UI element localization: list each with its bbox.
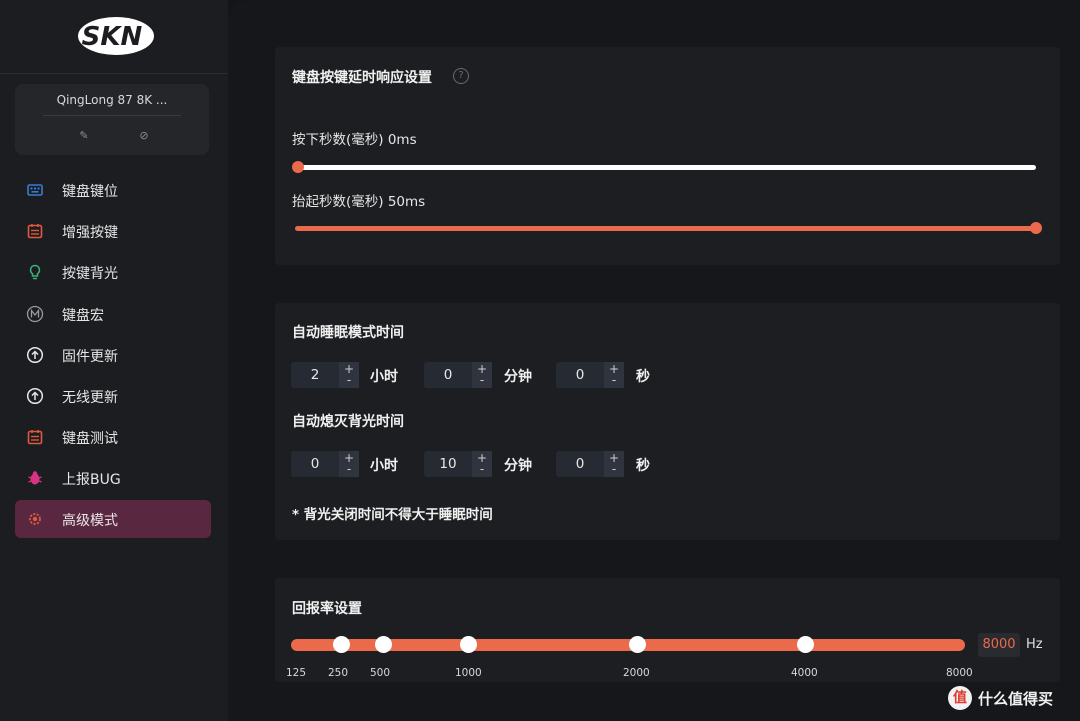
polling-rate-slider[interactable] — [291, 639, 965, 651]
rate-tick-label: 500 — [370, 667, 391, 679]
sidebar-item-enhanced-keys[interactable]: 增强按键 — [15, 212, 211, 250]
keyboard-test-icon — [27, 430, 43, 445]
rate-step-1000[interactable] — [460, 636, 477, 653]
stepper-value: 0 — [310, 456, 320, 472]
press-delay-thumb[interactable] — [292, 161, 304, 173]
rate-step-4000[interactable] — [797, 636, 814, 653]
sidebar-item-label: 无线更新 — [62, 390, 118, 406]
device-card[interactable]: QingLong 87 8K ... ✎ ⊘ — [15, 84, 209, 155]
help-icon[interactable]: ? — [453, 68, 469, 84]
sidebar-item-macro[interactable]: 键盘宏 — [15, 295, 211, 333]
sleep-minutes-stepper[interactable]: 0 + - — [424, 362, 492, 388]
decrement-button[interactable]: - — [472, 374, 492, 386]
decrement-button[interactable]: - — [339, 463, 359, 475]
sidebar-item-label: 键盘宏 — [62, 308, 104, 324]
logo-text: SKN — [82, 22, 143, 52]
rate-tick-label: 250 — [328, 667, 349, 679]
edit-pencil-icon[interactable]: ✎ — [77, 129, 91, 143]
divider — [0, 73, 228, 74]
watermark: 值 什么值得买 — [948, 685, 1053, 711]
enhance-key-icon — [27, 224, 43, 239]
backlight-seconds-stepper[interactable]: 0 + - — [556, 451, 624, 477]
sleep-seconds-stepper[interactable]: 0 + - — [556, 362, 624, 388]
sidebar-item-label: 按键背光 — [62, 266, 118, 282]
press-delay-slider[interactable] — [295, 165, 1036, 170]
advanced-gear-icon — [29, 513, 41, 525]
release-delay-slider[interactable] — [295, 226, 1036, 231]
sidebar-item-label: 增强按键 — [62, 225, 118, 241]
watermark-badge: 值 — [948, 686, 972, 710]
decrement-button[interactable]: - — [472, 463, 492, 475]
rate-step-250[interactable] — [333, 636, 350, 653]
backlight-note: * 背光关闭时间不得大于睡眠时间 — [292, 507, 493, 523]
decrement-button[interactable]: - — [604, 463, 624, 475]
stepper-buttons: + - — [604, 451, 624, 477]
panel-title: 键盘按键延时响应设置 — [292, 70, 432, 86]
stepper-value: 2 — [310, 367, 320, 383]
stepper-value: 0 — [575, 367, 585, 383]
stepper-value: 10 — [439, 456, 457, 472]
sidebar-item-keyboard-keys[interactable]: 键盘键位 — [15, 171, 211, 209]
watermark-text: 什么值得买 — [978, 689, 1054, 708]
release-delay-label: 抬起秒数(毫秒) 50ms — [292, 194, 426, 210]
sleep-title: 自动睡眠模式时间 — [292, 325, 404, 341]
stepper-buttons: + - — [472, 362, 492, 388]
sidebar-item-report-bug[interactable]: 上报BUG — [15, 459, 211, 497]
hour-unit: 小时 — [370, 369, 398, 385]
divider — [43, 115, 181, 116]
press-delay-label: 按下秒数(毫秒) 0ms — [292, 132, 417, 148]
polling-rate-value[interactable]: 8000 — [978, 633, 1020, 657]
sidebar-item-label: 键盘测试 — [62, 431, 118, 447]
hour-unit: 小时 — [370, 458, 398, 474]
firmware-update-icon — [26, 346, 44, 364]
macro-icon — [26, 305, 44, 323]
rate-tick-label: 4000 — [791, 667, 818, 679]
rate-step-500[interactable] — [375, 636, 392, 653]
stepper-value: 0 — [575, 456, 585, 472]
minute-unit: 分钟 — [504, 458, 532, 474]
rate-tick-label: 2000 — [623, 667, 650, 679]
stepper-buttons: + - — [339, 362, 359, 388]
sidebar-item-advanced-mode[interactable]: 高级模式 — [15, 500, 211, 538]
sidebar-item-label: 固件更新 — [62, 349, 118, 365]
second-unit: 秒 — [636, 458, 650, 474]
key-delay-panel: 键盘按键延时响应设置 ? 按下秒数(毫秒) 0ms 抬起秒数(毫秒) 50ms — [275, 47, 1060, 265]
decrement-button[interactable]: - — [604, 374, 624, 386]
lightbulb-icon — [29, 264, 41, 280]
sleep-settings-panel: 自动睡眠模式时间 2 + - 小时 0 + - 分钟 0 + - 秒 自动熄灭背… — [275, 303, 1060, 540]
release-delay-thumb[interactable] — [1030, 222, 1042, 234]
backlight-title: 自动熄灭背光时间 — [292, 414, 404, 430]
polling-rate-panel: 回报率设置 125 250 500 1000 2000 4000 8000 80… — [275, 578, 1060, 682]
rate-tick-label: 1000 — [455, 667, 482, 679]
device-name: QingLong 87 8K ... — [56, 93, 168, 107]
keyboard-icon — [27, 184, 43, 196]
sidebar-item-label: 上报BUG — [62, 472, 121, 488]
sidebar-item-label: 高级模式 — [62, 513, 118, 529]
wireless-update-icon — [26, 387, 44, 405]
minute-unit: 分钟 — [504, 369, 532, 385]
sleep-hours-stepper[interactable]: 2 + - — [291, 362, 359, 388]
link-icon[interactable]: ⊘ — [137, 129, 151, 143]
sidebar: SKN QingLong 87 8K ... ✎ ⊘ 键盘键位 增强按键 按键背… — [0, 0, 228, 721]
sidebar-item-backlight[interactable]: 按键背光 — [15, 253, 211, 291]
stepper-buttons: + - — [604, 362, 624, 388]
decrement-button[interactable]: - — [339, 374, 359, 386]
polling-rate-unit: Hz — [1026, 637, 1043, 652]
rate-tick-label: 125 — [286, 667, 307, 679]
bug-icon — [28, 471, 42, 485]
stepper-value: 0 — [443, 367, 453, 383]
skn-logo: SKN — [78, 17, 154, 55]
sidebar-item-firmware-update[interactable]: 固件更新 — [15, 336, 211, 374]
sidebar-item-keyboard-test[interactable]: 键盘测试 — [15, 418, 211, 456]
sidebar-item-label: 键盘键位 — [62, 184, 118, 200]
rate-step-2000[interactable] — [629, 636, 646, 653]
backlight-minutes-stepper[interactable]: 10 + - — [424, 451, 492, 477]
rate-tick-label: 8000 — [946, 667, 973, 679]
second-unit: 秒 — [636, 369, 650, 385]
stepper-buttons: + - — [339, 451, 359, 477]
panel-title: 回报率设置 — [292, 601, 362, 617]
stepper-buttons: + - — [472, 451, 492, 477]
sidebar-item-wireless-update[interactable]: 无线更新 — [15, 377, 211, 415]
backlight-hours-stepper[interactable]: 0 + - — [291, 451, 359, 477]
